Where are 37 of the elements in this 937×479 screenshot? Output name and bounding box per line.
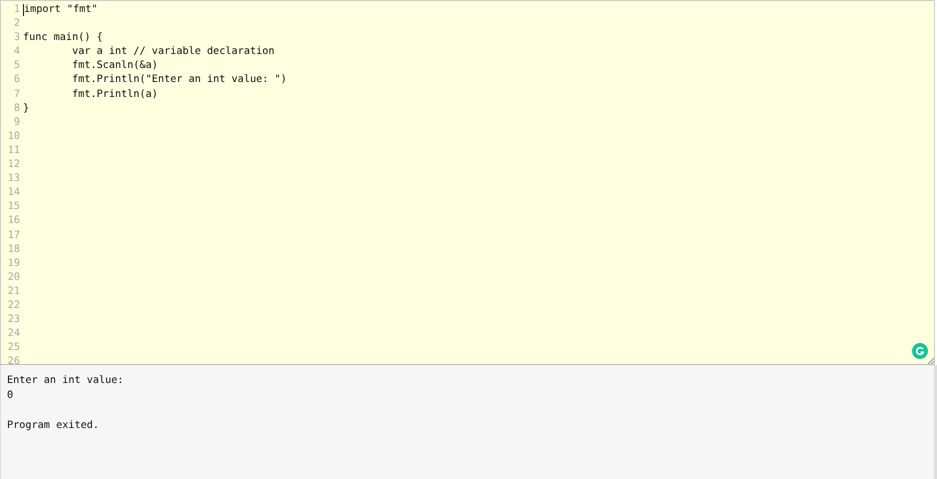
line-number: 6 <box>12 73 21 88</box>
code-line: } <box>23 102 30 116</box>
output-line: Program exited. <box>7 419 100 433</box>
line-number: 8 <box>12 102 21 116</box>
line-number: 5 <box>12 59 21 74</box>
line-number: 22 <box>6 298 21 313</box>
code-line: import "fmt" <box>24 3 98 17</box>
line-number: 15 <box>6 200 21 214</box>
line-number: 2 <box>12 17 21 32</box>
line-number: 14 <box>6 186 21 200</box>
line-number: 10 <box>6 130 21 144</box>
line-number: 1 <box>12 3 21 17</box>
line-number: 19 <box>6 256 21 271</box>
line-number: 20 <box>6 270 21 285</box>
line-number: 17 <box>6 228 21 242</box>
code-line: fmt.Println("Enter an int value: ") <box>71 73 287 88</box>
line-number: 18 <box>6 242 21 257</box>
line-number: 23 <box>6 313 21 328</box>
resize-handle-icon[interactable] <box>927 357 934 364</box>
grammar-assistant-icon[interactable] <box>912 343 928 359</box>
line-number: 11 <box>6 144 21 158</box>
line-number: 24 <box>6 327 21 342</box>
code-line: var a int // variable declaration <box>71 45 274 60</box>
line-number: 7 <box>12 88 21 102</box>
line-number: 4 <box>12 45 21 60</box>
line-number: 9 <box>12 116 21 130</box>
code-line: fmt.Scanln(&a) <box>71 59 158 74</box>
line-number: 16 <box>6 214 21 228</box>
line-number: 13 <box>6 172 21 186</box>
output-line: 0 <box>7 389 14 403</box>
line-number: 12 <box>6 158 21 172</box>
line-number: 21 <box>6 284 21 299</box>
code-line: func main() { <box>23 31 103 46</box>
line-number: 3 <box>12 31 21 46</box>
line-number: 25 <box>6 341 21 356</box>
code-line: fmt.Println(a) <box>71 88 158 102</box>
output-line: Enter an int value: <box>7 374 125 388</box>
